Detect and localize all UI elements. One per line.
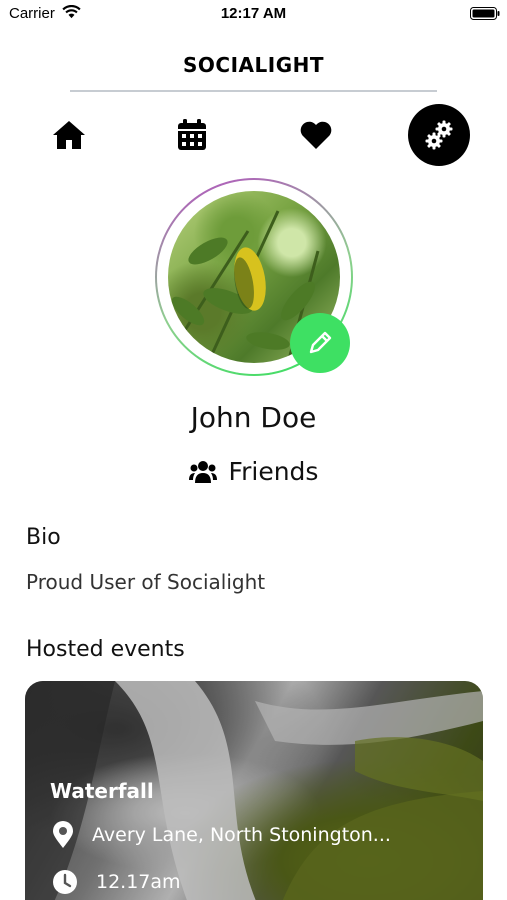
tab-settings[interactable] xyxy=(408,104,470,166)
title-divider xyxy=(70,90,437,92)
app-title: SOCIALIGHT xyxy=(183,53,324,77)
status-time: 12:17 AM xyxy=(220,5,287,22)
bio-text: Proud User of Socialight xyxy=(26,570,266,594)
hosted-events-heading: Hosted events xyxy=(26,637,185,662)
battery-icon xyxy=(470,7,500,20)
tab-home[interactable] xyxy=(38,104,100,166)
calendar-icon xyxy=(178,119,206,150)
gears-icon xyxy=(425,120,453,150)
clock-icon xyxy=(53,870,77,894)
event-time: 12.17am xyxy=(96,871,181,893)
tab-events[interactable] xyxy=(161,104,223,166)
pencil-icon xyxy=(309,331,332,354)
event-location-row: Avery Lane, North Stonington... xyxy=(52,821,391,849)
tab-favorites[interactable] xyxy=(285,104,347,166)
profile-screen: Carrier 12:17 AM SOCIALIGHT John Doe Fri… xyxy=(0,0,507,900)
event-card[interactable]: Waterfall Avery Lane, North Stonington..… xyxy=(25,681,483,900)
event-time-row: 12.17am xyxy=(52,869,181,895)
map-pin-icon xyxy=(53,821,73,848)
status-bar: Carrier 12:17 AM xyxy=(0,0,507,30)
profile-name: John Doe xyxy=(190,401,317,434)
bio-heading: Bio xyxy=(26,525,61,550)
users-icon xyxy=(188,460,217,483)
friends-status[interactable]: Friends xyxy=(0,457,507,486)
edit-avatar-button[interactable] xyxy=(290,313,350,373)
friends-label: Friends xyxy=(228,457,319,486)
home-icon xyxy=(53,121,85,149)
event-location: Avery Lane, North Stonington... xyxy=(92,824,391,846)
heart-icon xyxy=(300,121,332,149)
event-title: Waterfall xyxy=(50,779,154,803)
